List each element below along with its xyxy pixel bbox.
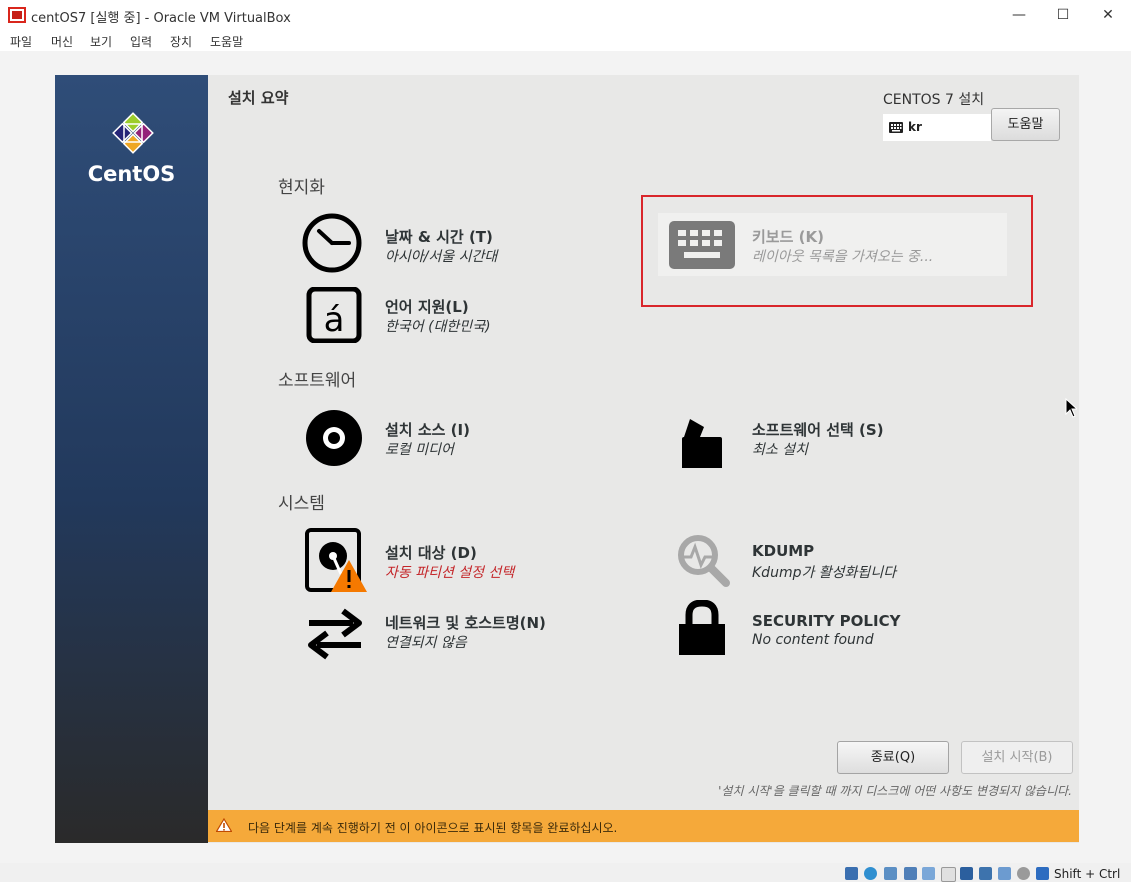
sidebar-logo-text: CentOS: [87, 162, 176, 186]
installer-sidebar: [55, 75, 208, 843]
begin-installation-button[interactable]: 설치 시작(B): [961, 741, 1073, 774]
harddisk-status-icon[interactable]: [845, 867, 858, 880]
package-icon[interactable]: [680, 415, 724, 470]
spoke-source-status: 로컬 미디어: [385, 442, 454, 458]
usb-status-icon[interactable]: [922, 867, 935, 880]
svg-text:á: á: [324, 300, 345, 340]
centos-logo-icon: [112, 112, 154, 154]
network-arrows-icon[interactable]: [303, 607, 367, 661]
spoke-language-title[interactable]: 언어 지원(L): [385, 296, 469, 317]
virtualbox-app-icon: [8, 7, 26, 23]
spoke-software-title[interactable]: 소프트웨어 선택 (S): [752, 419, 884, 440]
capture-status-icon[interactable]: [979, 867, 992, 880]
page-title: 설치 요약: [228, 89, 289, 107]
spoke-security-status: No content found: [752, 632, 874, 648]
quit-button[interactable]: 종료(Q): [837, 741, 949, 774]
spoke-source-title[interactable]: 설치 소스 (I): [385, 419, 470, 440]
lock-icon[interactable]: [677, 600, 727, 656]
close-button[interactable]: ✕: [1086, 4, 1130, 28]
installer-window: [55, 75, 1079, 843]
menu-view[interactable]: 보기: [90, 33, 112, 50]
language-icon[interactable]: á: [305, 287, 363, 343]
mouse-cursor-icon: [1065, 398, 1077, 418]
menu-input[interactable]: 입력: [130, 33, 152, 50]
maximize-button[interactable]: ☐: [1041, 4, 1085, 28]
product-title: CENTOS 7 설치: [883, 92, 985, 108]
spoke-datetime-status: 아시아/서울 시간대: [385, 249, 498, 265]
help-button[interactable]: 도움말: [991, 108, 1060, 141]
spoke-destination-title[interactable]: 설치 대상 (D): [385, 542, 477, 563]
section-localization: 현지화: [278, 178, 325, 198]
menu-file[interactable]: 파일: [10, 33, 32, 50]
section-software: 소프트웨어: [278, 371, 357, 391]
spoke-kdump-status: Kdump가 활성화됩니다: [752, 565, 897, 581]
harddisk-warning-icon[interactable]: [305, 528, 367, 594]
disk-change-note: '설치 시작'을 클릭할 때 까지 디스크에 어떤 사항도 변경되지 않습니다.: [718, 784, 1072, 798]
spoke-datetime-title[interactable]: 날짜 & 시간 (T): [385, 226, 493, 247]
spoke-kdump-title[interactable]: KDUMP: [752, 542, 814, 560]
spoke-destination-status: 자동 파티션 설정 선택: [385, 565, 515, 581]
kdump-search-icon[interactable]: [676, 533, 732, 589]
keyboard-small-icon: [889, 122, 903, 133]
warning-message: 다음 단계를 계속 진행하기 전 이 아이콘으로 표시된 항목을 완료하십시오.: [248, 821, 618, 835]
window-title: centOS7 [실행 중] - Oracle VM VirtualBox: [31, 11, 291, 26]
clock-icon[interactable]: [301, 212, 363, 274]
spoke-network-title[interactable]: 네트워크 및 호스트명(N): [385, 612, 546, 633]
spoke-software-status: 최소 설치: [752, 442, 808, 458]
section-system: 시스템: [278, 494, 325, 514]
optical-drive-status-icon[interactable]: [864, 867, 877, 880]
shared-folder-status-icon[interactable]: [941, 867, 956, 882]
host-key-label: Shift + Ctrl: [1054, 867, 1121, 881]
spoke-network-status: 연결되지 않음: [385, 635, 467, 651]
spoke-language-status: 한국어 (대한민국): [385, 319, 491, 335]
spoke-security-title[interactable]: SECURITY POLICY: [752, 612, 900, 630]
cpu-status-icon[interactable]: [1017, 867, 1030, 880]
menu-machine[interactable]: 머신: [51, 33, 73, 50]
virtualization-status-icon[interactable]: [998, 867, 1011, 880]
audio-status-icon[interactable]: [884, 867, 897, 880]
disc-icon[interactable]: [305, 409, 363, 467]
mouse-integration-icon[interactable]: [1036, 867, 1049, 880]
keyboard-layout-value: kr: [908, 120, 922, 134]
highlight-frame: [641, 195, 1033, 307]
menu-help[interactable]: 도움말: [210, 33, 243, 50]
display-status-icon[interactable]: [960, 867, 973, 880]
menu-devices[interactable]: 장치: [170, 33, 192, 50]
warning-icon: [216, 818, 232, 832]
minimize-button[interactable]: —: [997, 4, 1041, 28]
network-status-icon[interactable]: [904, 867, 917, 880]
